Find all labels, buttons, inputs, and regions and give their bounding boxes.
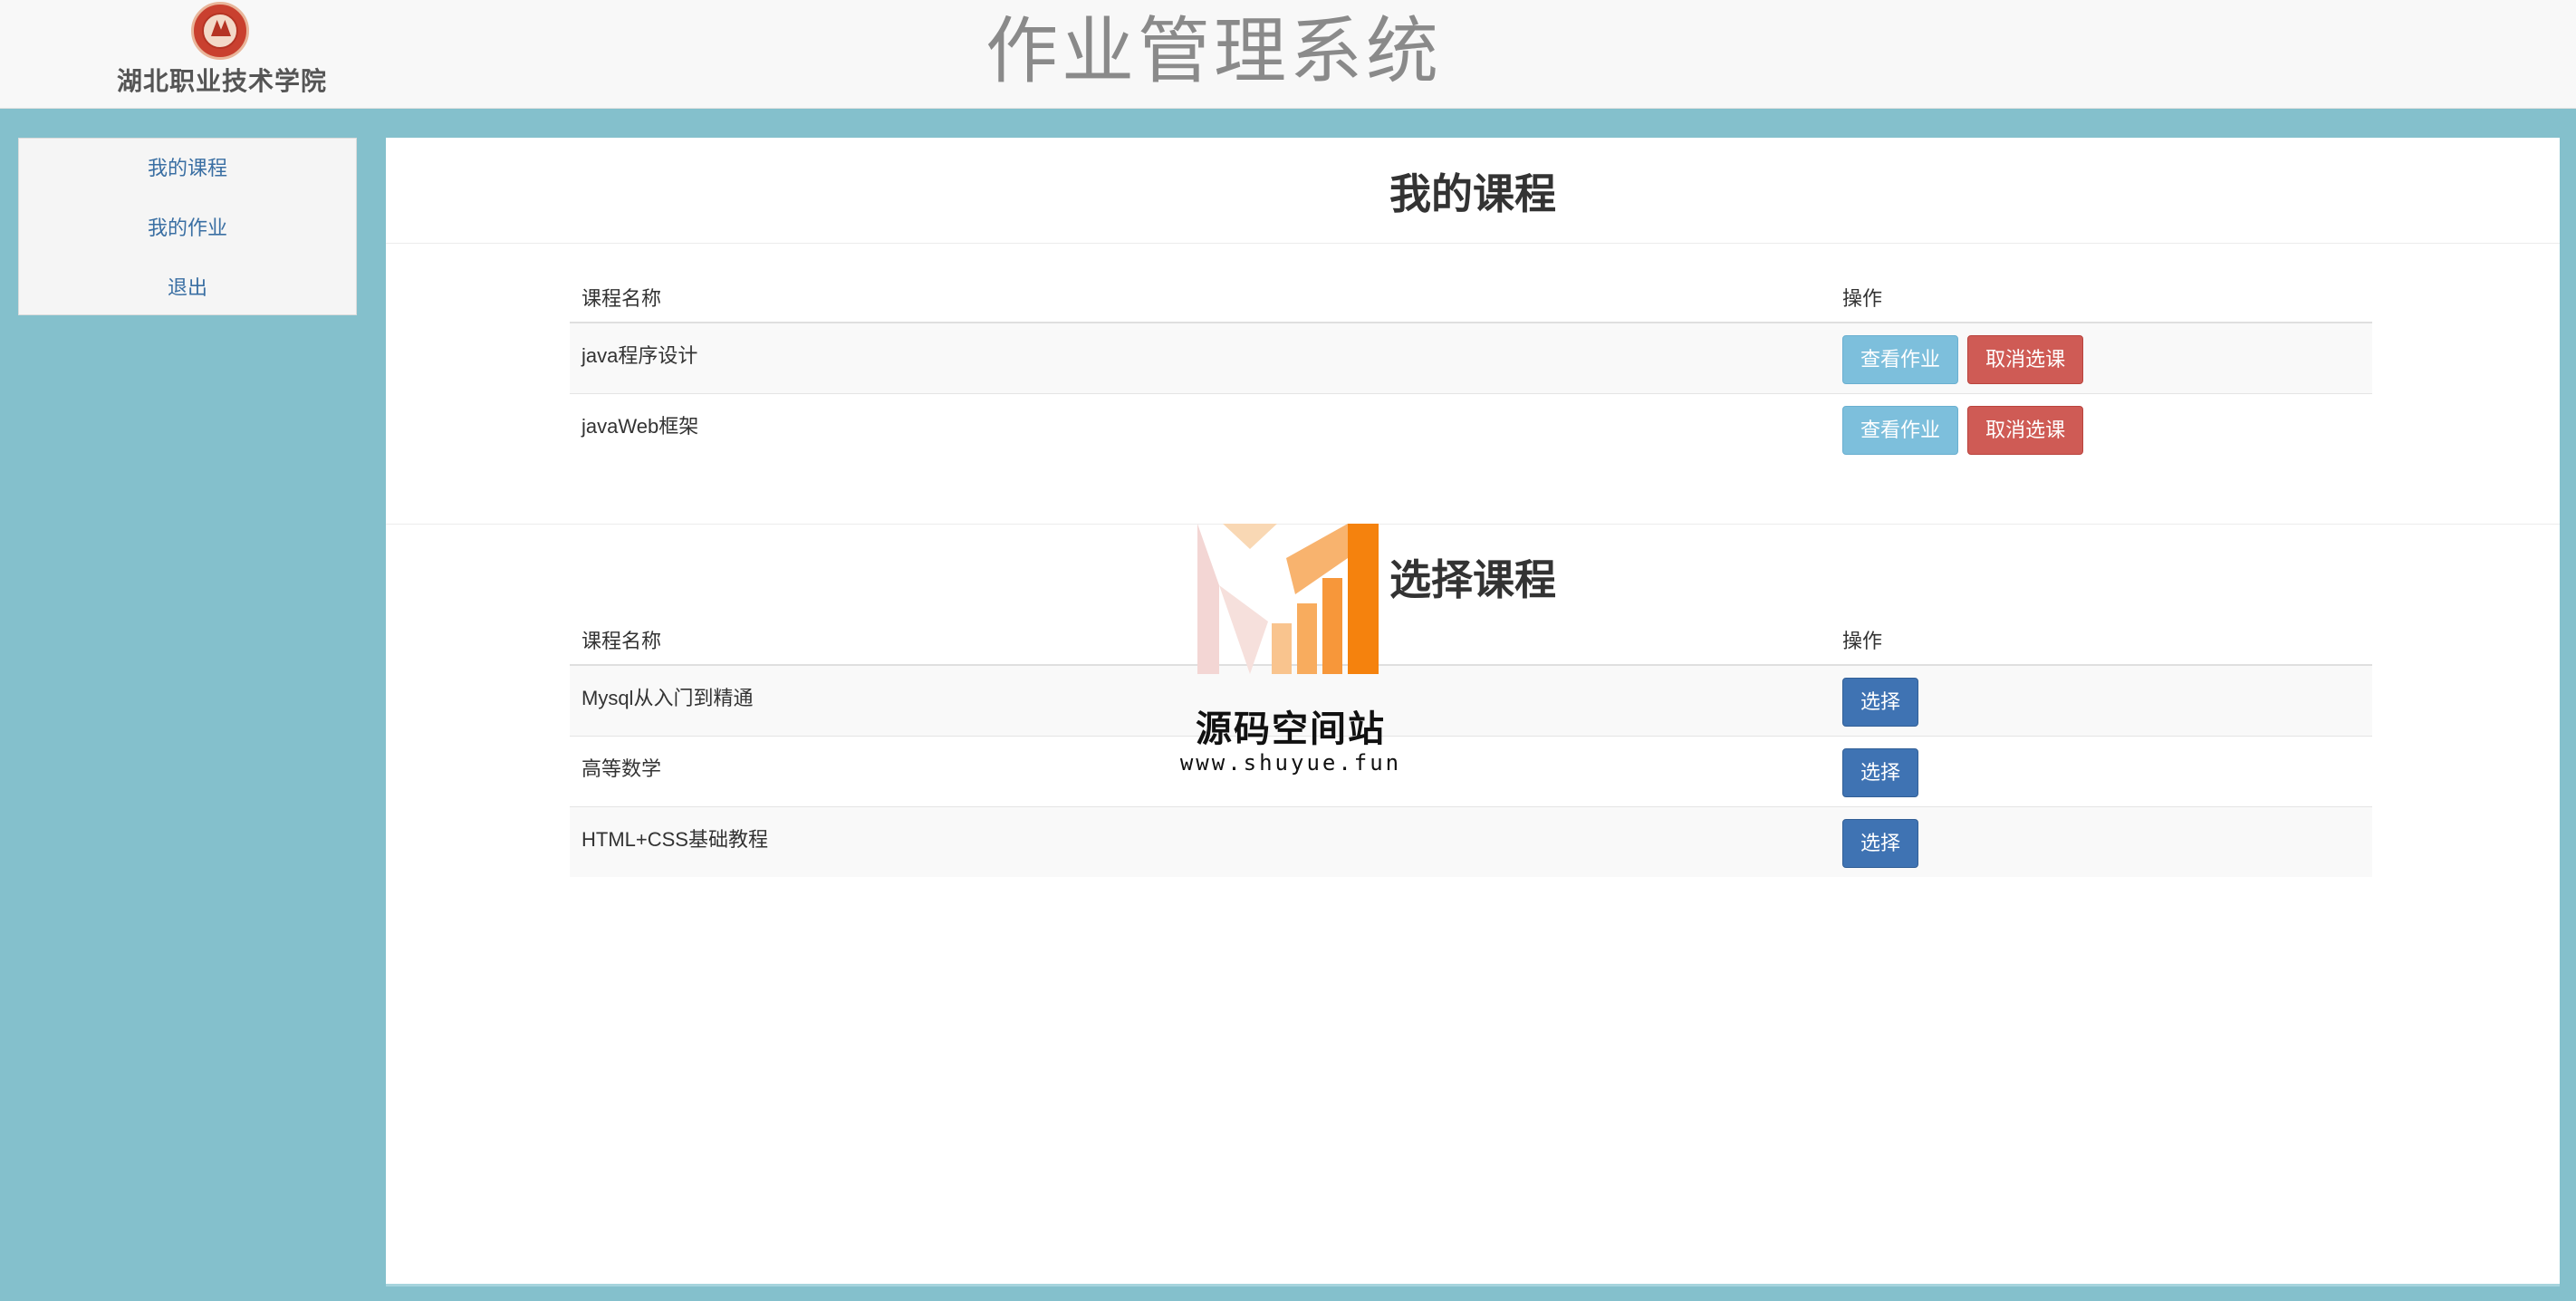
divider [386, 524, 2560, 525]
divider [386, 243, 2560, 244]
row-actions: 选择 [1831, 664, 2372, 736]
cancel-course-button[interactable]: 取消选课 [1967, 335, 2084, 384]
system-title: 作业管理系统 [985, 11, 1442, 92]
table-row: HTML+CSS基础教程 选择 [570, 805, 2372, 877]
watermark: 源码空间站 www.shuyue.fun [1177, 522, 1404, 785]
main-content: 我的课程 课程名称 操作 java程序设计 查看作业 取消选课 javaWeb框… [386, 138, 2560, 1287]
sidebar-item-my-courses[interactable]: 我的课程 [19, 139, 356, 198]
school-seal-icon [191, 2, 249, 60]
select-courses-table: 课程名称 操作 Mysql从入门到精通 选择 高等数学 选择 HTML+CSS基… [570, 614, 2372, 877]
watermark-text: 源码空间站 [1196, 709, 1386, 749]
row-actions: 选择 [1831, 805, 2372, 877]
header: 湖北职业技术学院 作业管理系统 [0, 0, 2576, 109]
sidebar: 我的课程 我的作业 退出 [18, 138, 357, 315]
select-courses-title: 选择课程 [1389, 556, 1556, 603]
course-name: java程序设计 [570, 322, 1831, 393]
sidebar-item-my-homework[interactable]: 我的作业 [19, 198, 356, 258]
select-course-button[interactable]: 选择 [1842, 747, 1919, 797]
my-courses-table: 课程名称 操作 java程序设计 查看作业 取消选课 javaWeb框架 查看作… [570, 272, 2372, 464]
school-logo: 湖北职业技术学院 [100, 0, 344, 109]
row-actions: 查看作业 取消选课 [1831, 392, 2372, 464]
table-row: 高等数学 选择 [570, 735, 2372, 806]
table-row: Mysql从入门到精通 选择 [570, 664, 2372, 736]
school-name: 湖北职业技术学院 [116, 67, 327, 95]
column-header-actions: 操作 [1831, 272, 2372, 323]
view-homework-button[interactable]: 查看作业 [1842, 405, 1959, 455]
row-actions: 查看作业 取消选课 [1831, 322, 2372, 393]
course-name: javaWeb框架 [570, 392, 1831, 464]
cancel-course-button[interactable]: 取消选课 [1967, 405, 2084, 455]
course-name: HTML+CSS基础教程 [570, 805, 1831, 877]
my-courses-title: 我的课程 [1389, 170, 1556, 217]
table-row: java程序设计 查看作业 取消选课 [570, 322, 2372, 393]
select-course-button[interactable]: 选择 [1842, 818, 1919, 868]
select-course-button[interactable]: 选择 [1842, 678, 1919, 727]
column-header-course-name: 课程名称 [570, 272, 1831, 323]
watermark-url: www.shuyue.fun [1179, 750, 1402, 776]
sidebar-item-logout[interactable]: 退出 [19, 258, 356, 318]
table-row: javaWeb框架 查看作业 取消选课 [570, 392, 2372, 464]
watermark-logo-icon [1197, 524, 1379, 674]
column-header-actions: 操作 [1831, 614, 2372, 666]
row-actions: 选择 [1831, 735, 2372, 806]
view-homework-button[interactable]: 查看作业 [1842, 335, 1959, 384]
